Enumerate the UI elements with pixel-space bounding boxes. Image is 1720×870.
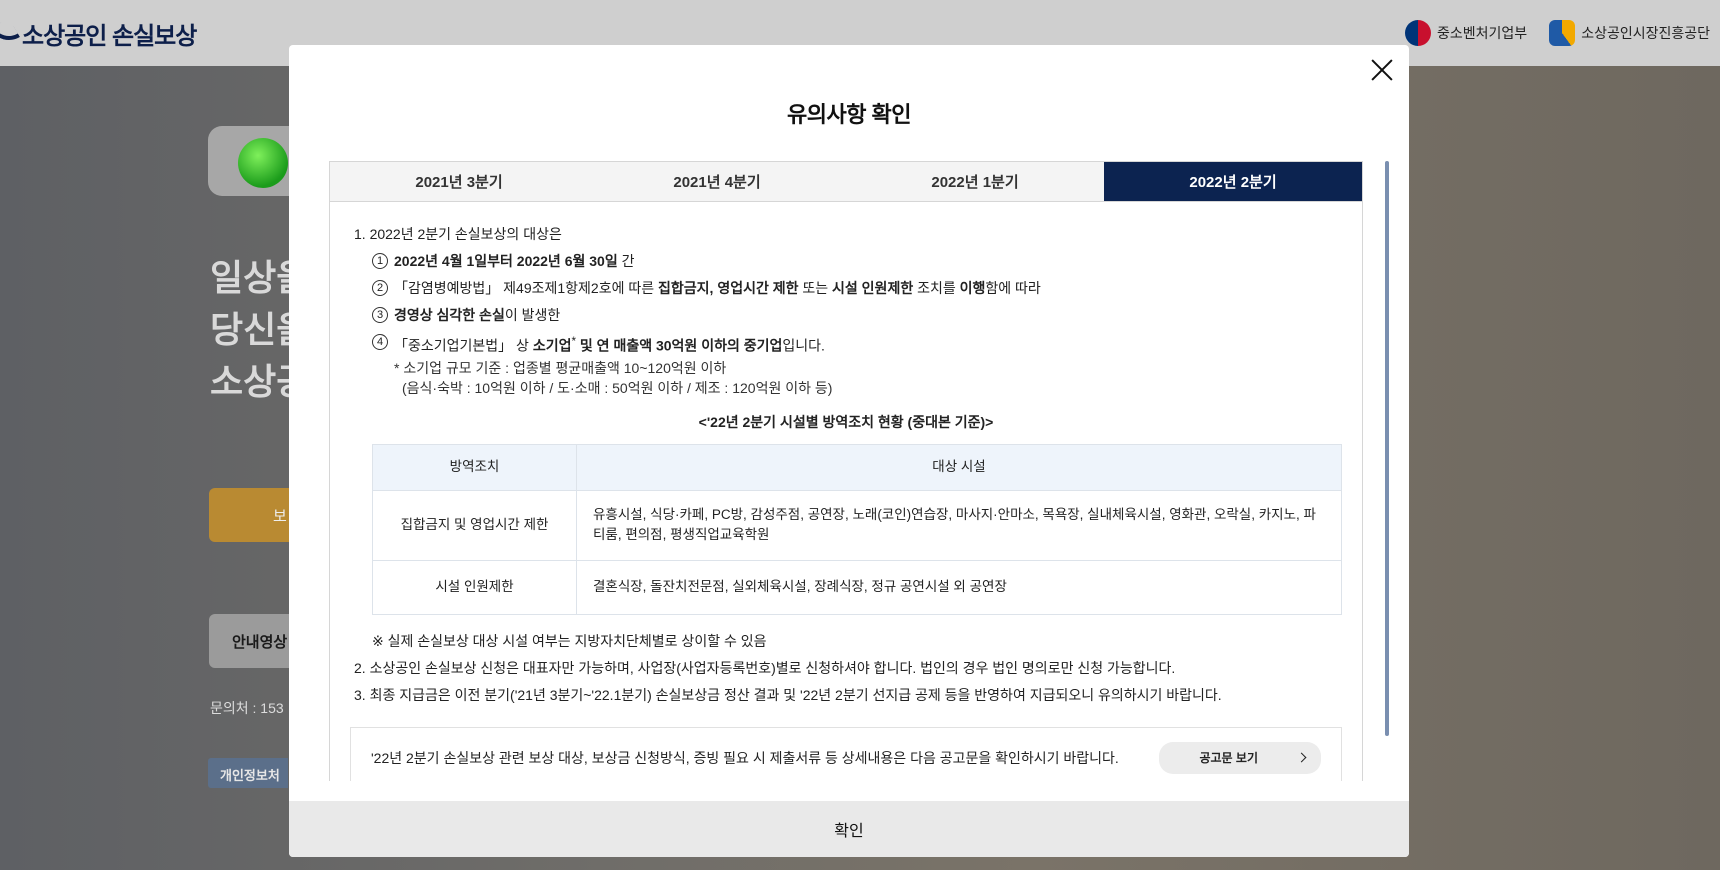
sub-item-1: 1 2022년 4월 1일부터 2022년 6월 30일 간 [354, 251, 1338, 271]
table-footnote: ※ 실제 손실보상 대상 시설 여부는 지방자치단체별로 상이할 수 있음 [372, 632, 767, 649]
table-header-row: 방역조치 대상 시설 [372, 443, 1342, 491]
size-criteria-detail: (음식·숙박 : 10억원 이하 / 도·소매 : 50억원 이하 / 제조 :… [402, 379, 833, 396]
taegeuk-icon [1405, 20, 1432, 46]
col-facilities: 대상 시설 [576, 443, 1342, 491]
site-logo[interactable]: 소상공인 손실보상 [0, 16, 197, 51]
guide-video-button[interactable]: 안내영상 [209, 614, 289, 668]
org-mss[interactable]: 중소벤처기업부 [1405, 20, 1527, 46]
notice-body: 1. 2022년 2분기 손실보상의 대상은 1 2022년 4월 1일부터 2… [330, 202, 1362, 781]
hero-primary-button[interactable]: 보 [209, 488, 289, 542]
item-1: 1. 2022년 2분기 손실보상의 대상은 [354, 226, 562, 242]
sub-item-4: 4 「중소기업기본법」 상 소기업* 및 연 매출액 30억원 이하의 중기업입… [354, 332, 1338, 356]
sub2-d: 시설 인원제한 [832, 280, 914, 296]
chevron-right-icon [1296, 752, 1307, 763]
sub3-rest: 이 발생한 [504, 307, 561, 323]
notice-bar: '22년 2분기 손실보상 관련 보상 대상, 보상금 신청방식, 증빙 필요 … [350, 726, 1342, 781]
sub-item-2: 2 「감염병예방법」 제49조제1항제2호에 따른 집합금지, 영업시간 제한 … [354, 278, 1338, 298]
item-3: 3. 최종 지급금은 이전 분기('21년 3분기~'22.1분기) 손실보상금… [354, 686, 1222, 703]
circled-number-2: 2 [372, 280, 388, 296]
table-caption: <'22년 2분기 시설별 방역조치 현황 (중대본 기준)> [698, 413, 994, 430]
org-semas-label: 소상공인시장진흥공단 [1581, 25, 1710, 41]
notice-text: '22년 2분기 손실보상 관련 보상 대상, 보상금 신청방식, 증빙 필요 … [371, 749, 1119, 766]
circled-number-3: 3 [372, 307, 388, 323]
sub-item-3: 3 경영상 심각한 손실이 발생한 [354, 305, 1338, 325]
quarter-tabs: 2021년 3분기 2021년 4분기 2022년 1분기 2022년 2분기 [330, 162, 1362, 202]
sub2-c: 또는 [798, 280, 833, 296]
sub2-e: 조치를 [913, 280, 960, 296]
close-icon[interactable] [1367, 55, 1397, 85]
size-criteria-note: * 소기업 규모 기준 : 업종별 평균매출액 10~120억원 이하 [394, 359, 727, 376]
sub4-c: 및 연 매출액 30억원 이하의 중기업 [576, 337, 783, 354]
tab-2021-q3[interactable]: 2021년 3분기 [330, 162, 588, 201]
table-row: 시설 인원제한 결혼식장, 돌잔치전문점, 실외체육시설, 장례식장, 정규 공… [372, 559, 1342, 615]
org-semas[interactable]: 소상공인시장진흥공단 [1549, 20, 1710, 46]
measures-table: 방역조치 대상 시설 집합금지 및 영업시간 제한 유흥시설, 식당·카페, P… [372, 443, 1342, 615]
modal-scrollbar[interactable] [1385, 161, 1389, 736]
confirm-button[interactable]: 확인 [289, 801, 1409, 857]
item-2: 2. 소상공인 손실보상 신청은 대표자만 가능하며, 사업장(사업자등록번호)… [354, 659, 1176, 676]
privacy-link[interactable]: 개인정보처 [208, 758, 288, 788]
tab-2021-q4[interactable]: 2021년 4분기 [588, 162, 846, 201]
sub3-bold: 경영상 심각한 손실 [394, 307, 505, 323]
view-notice-button[interactable]: 공고문 보기 [1159, 741, 1321, 774]
org-mss-label: 중소벤처기업부 [1437, 25, 1528, 41]
circled-number-1: 1 [372, 253, 388, 269]
sub4-b: 소기업 [532, 337, 572, 354]
logo-text: 소상공인 손실보상 [22, 22, 197, 50]
status-dot-icon [238, 138, 288, 188]
facilities-cell: 결혼식장, 돌잔치전문점, 실외체육시설, 장례식장, 정규 공연시설 외 공연… [576, 559, 1342, 615]
sub4-d: 입니다. [782, 337, 825, 354]
sub2-f: 이행 [959, 280, 986, 296]
measure-cell: 집합금지 및 영업시간 제한 [372, 489, 577, 561]
sub2-b: 집합금지, 영업시간 제한 [658, 280, 799, 296]
table-row: 집합금지 및 영업시간 제한 유흥시설, 식당·카페, PC방, 감성주점, 공… [372, 489, 1342, 561]
tab-2022-q2[interactable]: 2022년 2분기 [1104, 162, 1362, 201]
circled-number-4: 4 [372, 334, 388, 350]
tab-2022-q1[interactable]: 2022년 1분기 [846, 162, 1104, 201]
measure-cell: 시설 인원제한 [372, 559, 577, 615]
sub2-a: 「감염병예방법」 제49조제1항제2호에 따른 [394, 280, 659, 296]
notice-modal: 유의사항 확인 2021년 3분기 2021년 4분기 2022년 1분기 20… [289, 45, 1409, 857]
facilities-cell: 유흥시설, 식당·카페, PC방, 감성주점, 공연장, 노래(코인)연습장, … [576, 489, 1342, 561]
col-measure: 방역조치 [372, 443, 577, 491]
view-notice-label: 공고문 보기 [1199, 750, 1258, 765]
semas-logo-icon [1549, 20, 1576, 46]
modal-content[interactable]: 2021년 3분기 2021년 4분기 2022년 1분기 2022년 2분기 … [329, 161, 1363, 781]
sub1-bold: 2022년 4월 1일부터 2022년 6월 30일 [394, 253, 618, 269]
modal-title: 유의사항 확인 [786, 102, 912, 127]
sub2-g: 함에 따라 [985, 280, 1041, 296]
sub1-rest: 간 [617, 253, 635, 269]
logo-wave-icon [0, 17, 21, 49]
org-logos: 중소벤처기업부 소상공인시장진흥공단 [1405, 20, 1710, 46]
contact-info: 문의처 : 153 [210, 700, 284, 716]
sub4-a: 「중소기업기본법」 상 [394, 337, 533, 354]
